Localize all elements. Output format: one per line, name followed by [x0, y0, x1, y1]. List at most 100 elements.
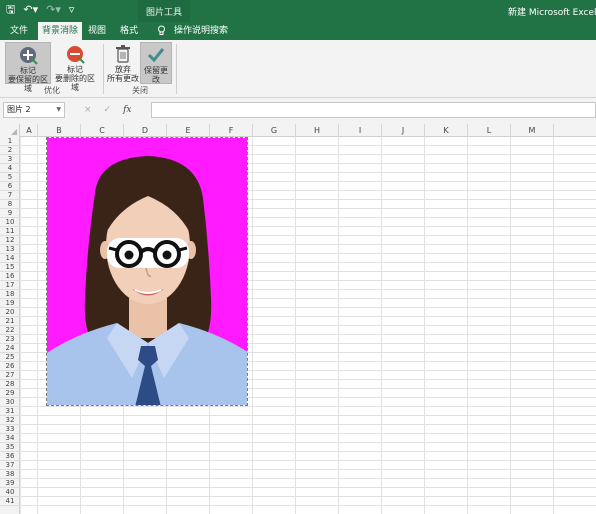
customize-icon[interactable]: ▿: [69, 3, 75, 17]
row-header[interactable]: 10: [0, 218, 20, 227]
row-header[interactable]: 36: [0, 452, 20, 461]
context-tab-group-title: 图片工具: [146, 8, 183, 18]
row-header[interactable]: 18: [0, 290, 20, 299]
group-label-close: 关闭: [132, 86, 148, 95]
row-header[interactable]: 19: [0, 299, 20, 308]
row-header[interactable]: 39: [0, 479, 20, 488]
row-header[interactable]: 30: [0, 398, 20, 407]
keep-changes-button[interactable]: 保留更改: [140, 42, 172, 84]
tell-me-search[interactable]: 操作说明搜索: [174, 22, 230, 40]
column-header[interactable]: I: [339, 124, 382, 137]
row-header[interactable]: 12: [0, 236, 20, 245]
mark-areas-to-remove-button[interactable]: 标记 要删除的区域: [52, 42, 98, 92]
row-header[interactable]: 31: [0, 407, 20, 416]
row-header[interactable]: 28: [0, 380, 20, 389]
grid-row-line: [21, 442, 596, 443]
row-header[interactable]: 5: [0, 173, 20, 182]
row-header[interactable]: 29: [0, 389, 20, 398]
tab-background-removal[interactable]: 背景消除: [38, 22, 82, 40]
row-header[interactable]: 26: [0, 362, 20, 371]
mark-areas-to-keep-button[interactable]: 标记 要保留的区域: [5, 42, 51, 93]
trash-icon: [116, 45, 130, 63]
picture-selected[interactable]: [46, 137, 248, 406]
row-header[interactable]: 33: [0, 425, 20, 434]
title-bar: 🖫 ↶▾ ↷▾ ▿ 图片工具 新建 Microsoft Excel 工作: [0, 0, 596, 22]
mark-keep-label-1: 标记: [20, 66, 36, 75]
grid-row-line: [21, 487, 596, 488]
row-header[interactable]: 14: [0, 254, 20, 263]
row-header[interactable]: 13: [0, 245, 20, 254]
redo-icon[interactable]: ↷▾: [46, 3, 61, 17]
column-header[interactable]: J: [382, 124, 425, 137]
column-header[interactable]: A: [21, 124, 38, 137]
row-header[interactable]: 21: [0, 317, 20, 326]
enter-icon[interactable]: ✓: [104, 105, 112, 115]
row-header[interactable]: 23: [0, 335, 20, 344]
ribbon: 标记 要保留的区域 标记 要删除的区域 优化 放弃 所有更改 保留更改 关闭: [0, 40, 596, 110]
row-header[interactable]: 6: [0, 182, 20, 191]
row-header[interactable]: 34: [0, 434, 20, 443]
row-header[interactable]: 16: [0, 272, 20, 281]
row-header[interactable]: 22: [0, 326, 20, 335]
column-header[interactable]: D: [124, 124, 167, 137]
formula-bar: 图片 2 ▼ × ✓ fx: [0, 98, 596, 124]
row-header[interactable]: 32: [0, 416, 20, 425]
mark-remove-label-1: 标记: [67, 65, 83, 74]
row-header[interactable]: 20: [0, 308, 20, 317]
row-header[interactable]: 4: [0, 164, 20, 173]
row-header[interactable]: 24: [0, 344, 20, 353]
row-header[interactable]: 41: [0, 497, 20, 506]
column-header[interactable]: L: [468, 124, 511, 137]
grid-row-line: [21, 505, 596, 506]
column-header[interactable]: C: [81, 124, 124, 137]
select-all-corner[interactable]: [0, 124, 20, 137]
ribbon-tabs: 文件 背景消除 视图 格式 操作说明搜索: [0, 22, 596, 40]
grid-row-line: [21, 415, 596, 416]
column-header[interactable]: E: [167, 124, 210, 137]
row-header[interactable]: 40: [0, 488, 20, 497]
row-header[interactable]: 9: [0, 209, 20, 218]
row-header[interactable]: 27: [0, 371, 20, 380]
row-header[interactable]: 25: [0, 353, 20, 362]
row-header[interactable]: 38: [0, 470, 20, 479]
row-header[interactable]: 2: [0, 146, 20, 155]
column-header[interactable]: G: [253, 124, 296, 137]
save-icon[interactable]: 🖫: [6, 3, 15, 17]
insert-function-icon[interactable]: fx: [123, 105, 131, 115]
row-header[interactable]: 8: [0, 200, 20, 209]
name-box-value: 图片 2: [7, 105, 31, 114]
column-header[interactable]: M: [511, 124, 554, 137]
column-header[interactable]: K: [425, 124, 468, 137]
name-box[interactable]: 图片 2 ▼: [3, 102, 65, 118]
row-header[interactable]: 35: [0, 443, 20, 452]
row-header[interactable]: 37: [0, 461, 20, 470]
checkmark-icon: [147, 48, 165, 63]
grid-row-line: [21, 496, 596, 497]
row-header[interactable]: 17: [0, 281, 20, 290]
mark-remove-icon: [67, 46, 85, 64]
discard-label-1: 放弃: [115, 65, 131, 74]
undo-icon[interactable]: ↶▾: [23, 3, 38, 17]
cancel-icon[interactable]: ×: [84, 105, 92, 115]
tab-format[interactable]: 格式: [114, 22, 144, 40]
column-header[interactable]: H: [296, 124, 339, 137]
tab-view[interactable]: 视图: [82, 22, 112, 40]
grid-row-line: [21, 460, 596, 461]
column-header[interactable]: B: [38, 124, 81, 137]
formula-buttons: × ✓ fx: [76, 102, 150, 118]
keep-changes-label: 保留更改: [144, 66, 168, 84]
row-header[interactable]: 15: [0, 263, 20, 272]
discard-label-2: 所有更改: [107, 74, 139, 83]
grid-row-line: [21, 469, 596, 470]
row-header[interactable]: 11: [0, 227, 20, 236]
row-header[interactable]: 7: [0, 191, 20, 200]
tab-file[interactable]: 文件: [2, 22, 36, 40]
column-header[interactable]: F: [210, 124, 253, 137]
group-label-optimize: 优化: [44, 86, 60, 95]
row-header[interactable]: 1: [0, 137, 20, 146]
row-header[interactable]: 3: [0, 155, 20, 164]
discard-all-changes-button[interactable]: 放弃 所有更改: [106, 42, 140, 84]
formula-input[interactable]: [151, 102, 596, 118]
chevron-down-icon[interactable]: ▼: [56, 103, 61, 117]
portrait-photo: [47, 138, 247, 405]
